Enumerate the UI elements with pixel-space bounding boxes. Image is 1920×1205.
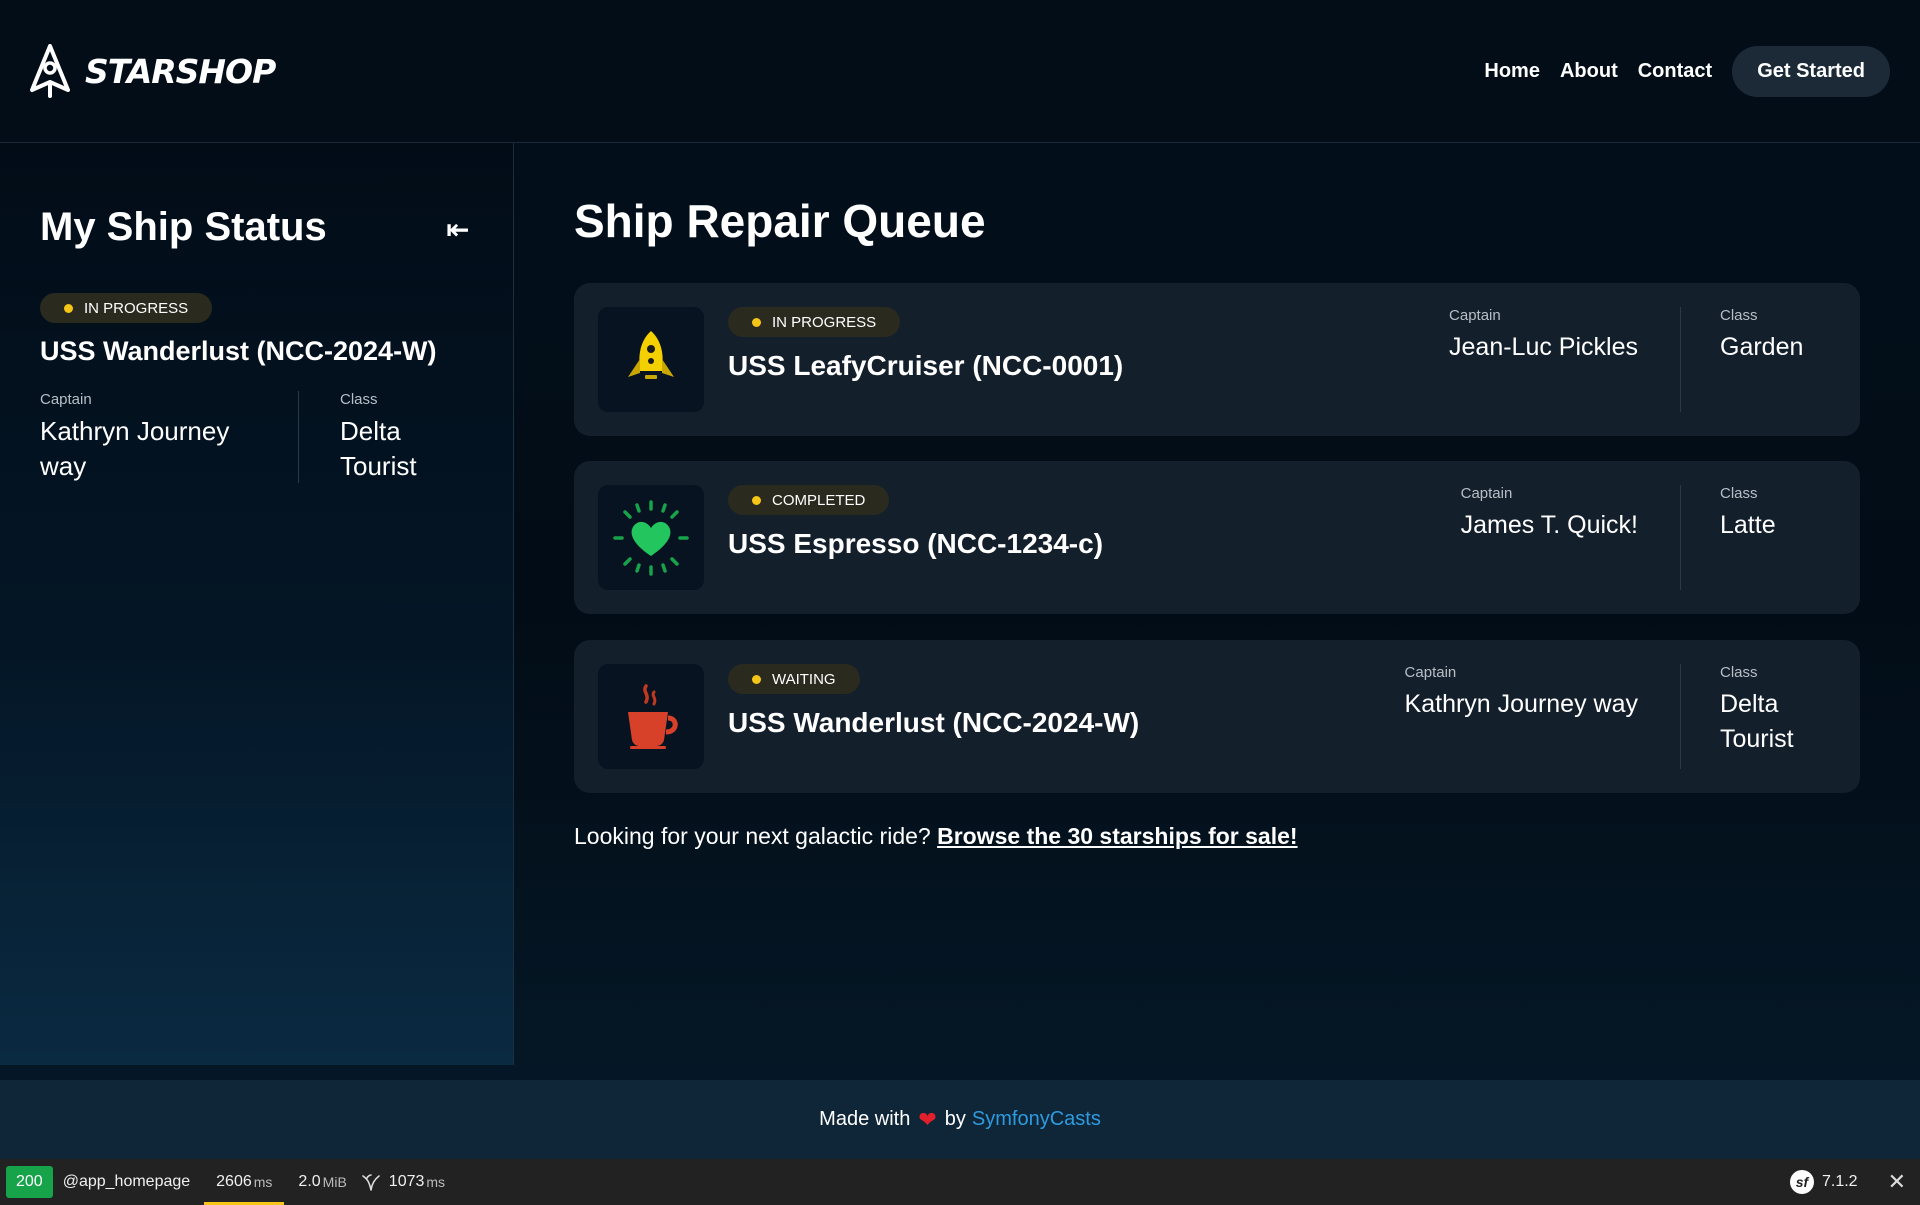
web-debug-toolbar: 200 @app_homepage 2606 ms 2.0 MiB 1073 m… — [0, 1159, 1920, 1205]
heart-icon — [613, 499, 689, 576]
ship-image — [598, 485, 704, 590]
ship-card[interactable]: WAITING USS Wanderlust (NCC-2024-W) Capt… — [574, 640, 1860, 793]
class-value: Latte — [1720, 511, 1776, 539]
request-time-unit: ms — [253, 1174, 273, 1190]
class-value-line-2: Tourist — [340, 451, 417, 481]
route-name[interactable]: @app_homepage — [63, 1159, 190, 1205]
memory-value: 2.0 — [298, 1173, 321, 1190]
status-badge: IN PROGRESS — [40, 293, 213, 323]
starship-logo-icon — [30, 44, 70, 98]
heart-icon: ❤ — [918, 1106, 937, 1132]
captain-label: Captain — [1449, 307, 1501, 324]
status-text: IN PROGRESS — [772, 313, 877, 331]
class-value-line-2: Tourist — [1720, 725, 1794, 753]
twig-icon — [361, 1174, 380, 1191]
status-text: IN PROGRESS — [84, 299, 189, 317]
status-dot-icon — [752, 317, 761, 327]
captain-label: Captain — [1460, 485, 1513, 502]
class-label: Class — [340, 391, 378, 408]
status-badge: WAITING — [728, 664, 860, 694]
ship-status-sidebar: My Ship Status ⇤ IN PROGRESS USS Wanderl… — [0, 143, 514, 1065]
memory-usage[interactable]: 2.0 MiB — [298, 1159, 346, 1205]
nav-contact-link[interactable]: Contact — [1638, 60, 1712, 83]
class-value-line-1: Delta — [1720, 690, 1779, 718]
captain-value: Kathryn Journey way — [1404, 690, 1638, 718]
ship-name: USS Espresso (NCC-1234-c) — [728, 528, 1104, 559]
captain-value: James T. Quick! — [1460, 511, 1638, 539]
captain-column: Captain Jean-Luc Pickles — [1449, 307, 1638, 365]
ship-card[interactable]: IN PROGRESS USS LeafyCruiser (NCC-0001) … — [574, 283, 1860, 436]
footer-by: by — [944, 1108, 966, 1130]
browse-prompt: Looking for your next galactic ride? Bro… — [574, 823, 1298, 850]
captain-label: Captain — [1404, 664, 1457, 681]
coffee-cup-icon — [628, 683, 678, 749]
captain-value: Jean-Luc Pickles — [1449, 333, 1638, 361]
ship-image — [598, 664, 704, 769]
rocket-icon — [628, 330, 674, 379]
twig-time-unit: ms — [426, 1174, 446, 1190]
page-title: Ship Repair Queue — [574, 195, 986, 247]
status-badge: COMPLETED — [728, 485, 890, 515]
class-value-line-1: Delta — [340, 416, 401, 446]
class-column: Class Latte — [1720, 485, 1840, 543]
column-divider — [1680, 664, 1681, 769]
captain-value-line-2: way — [40, 451, 87, 481]
ship-card[interactable]: COMPLETED USS Espresso (NCC-1234-c) Capt… — [574, 461, 1860, 614]
sidebar-ship-meta: Captain Kathryn Journey way Class Delta … — [40, 391, 440, 499]
status-badge: IN PROGRESS — [728, 307, 901, 337]
ship-name: USS LeafyCruiser (NCC-0001) — [728, 350, 1124, 381]
status-code-badge[interactable]: 200 — [6, 1166, 53, 1198]
status-text: COMPLETED — [772, 491, 866, 509]
class-column: Class Garden — [1720, 307, 1840, 365]
site-header: STARSHOP Home About Contact Get Started — [0, 0, 1920, 143]
close-icon[interactable]: ✕ — [1888, 1169, 1906, 1195]
brand-name: STARSHOP — [85, 51, 276, 91]
captain-column: Captain Kathryn Journey way — [40, 391, 299, 483]
brand-logo[interactable]: STARSHOP — [28, 44, 276, 98]
sidebar-title: My Ship Status — [40, 205, 327, 249]
request-time[interactable]: 2606 ms — [204, 1159, 285, 1205]
sidebar-ship-name: USS Wanderlust (NCC-2024-W) — [40, 336, 437, 366]
symfony-version[interactable]: 7.1.2 — [1822, 1173, 1858, 1191]
twig-render-time[interactable]: 1073 ms — [361, 1159, 445, 1205]
captain-column: Captain James T. Quick! — [1461, 485, 1638, 543]
memory-unit: MiB — [322, 1174, 347, 1190]
captain-label: Captain — [40, 391, 92, 408]
ship-name: USS Wanderlust (NCC-2024-W) — [728, 707, 1140, 738]
captain-column: Captain Kathryn Journey way — [1405, 664, 1638, 722]
class-label: Class — [1720, 485, 1758, 502]
ship-image — [598, 307, 704, 412]
status-dot-icon — [752, 495, 761, 505]
status-dot-icon — [64, 303, 73, 313]
browse-starships-link[interactable]: Browse the 30 starships for sale! — [937, 823, 1297, 849]
captain-value-line-1: Kathryn Journey — [40, 416, 230, 446]
toolbar-right: sf 7.1.2 ✕ — [1789, 1159, 1920, 1205]
nav-home-link[interactable]: Home — [1484, 60, 1540, 83]
status-dot-icon — [752, 674, 761, 684]
class-label: Class — [1720, 664, 1758, 681]
column-divider — [1680, 485, 1681, 590]
nav-about-link[interactable]: About — [1560, 60, 1618, 83]
class-value: Garden — [1720, 333, 1804, 361]
symfony-logo-icon[interactable]: sf — [1789, 1170, 1814, 1194]
column-divider — [1680, 307, 1681, 412]
main-nav: Home About Contact Get Started — [1464, 46, 1890, 97]
class-column: Class Delta Tourist — [1720, 664, 1840, 757]
class-column: Class Delta Tourist — [340, 391, 440, 484]
status-text: WAITING — [772, 670, 836, 688]
class-label: Class — [1720, 307, 1758, 324]
browse-prefix: Looking for your next galactic ride? — [574, 823, 931, 849]
site-footer: Made with ❤ by SymfonyCasts — [0, 1080, 1920, 1159]
footer-made-with: Made with — [819, 1108, 911, 1130]
twig-time-value: 1073 — [388, 1173, 425, 1190]
request-time-value: 2606 — [216, 1173, 252, 1190]
symfonycasts-link[interactable]: SymfonyCasts — [972, 1108, 1101, 1131]
get-started-button[interactable]: Get Started — [1732, 46, 1890, 97]
collapse-left-icon[interactable]: ⇤ — [446, 213, 469, 246]
